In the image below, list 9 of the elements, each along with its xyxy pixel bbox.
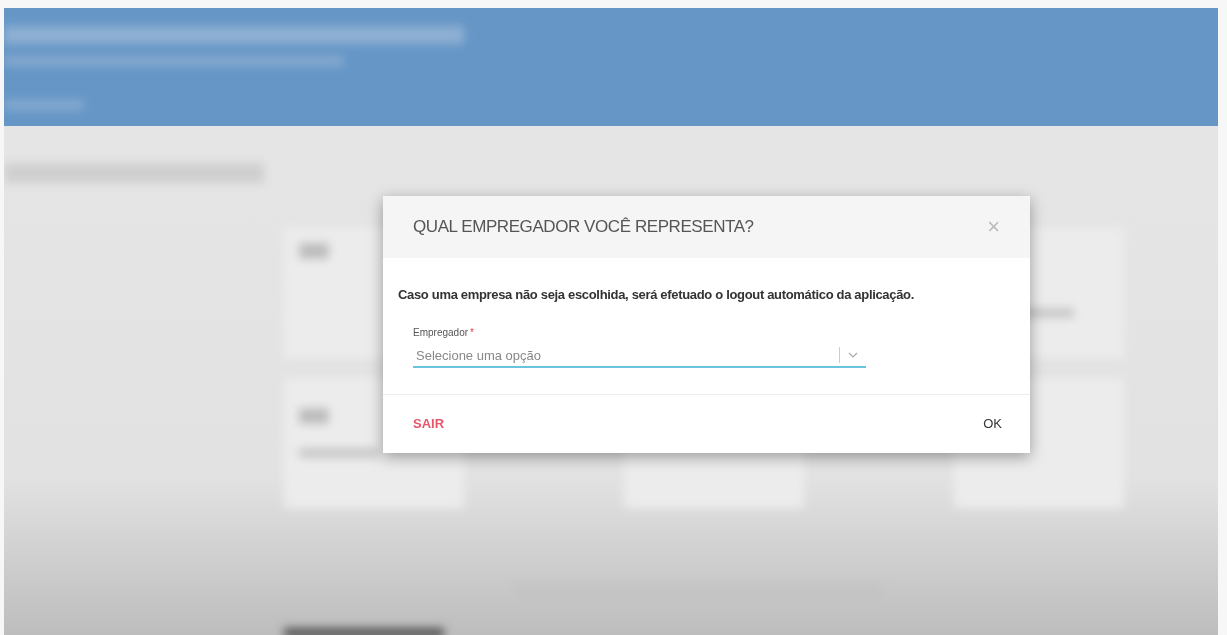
- employer-select[interactable]: Selecione uma opção: [413, 344, 866, 368]
- close-button[interactable]: ×: [987, 216, 1000, 238]
- dialog-message: Caso uma empresa não seja escolhida, será efetuado o logout automático da aplicação.: [398, 286, 915, 304]
- ok-button[interactable]: OK: [983, 414, 1002, 434]
- dialog-title: QUAL EMPREGADOR VOCÊ REPRESENTA?: [413, 216, 754, 239]
- required-marker: *: [470, 326, 474, 338]
- field-label: Empregador: [413, 326, 469, 338]
- exit-button[interactable]: SAIR: [413, 414, 445, 434]
- chevron-down-icon: [848, 351, 858, 358]
